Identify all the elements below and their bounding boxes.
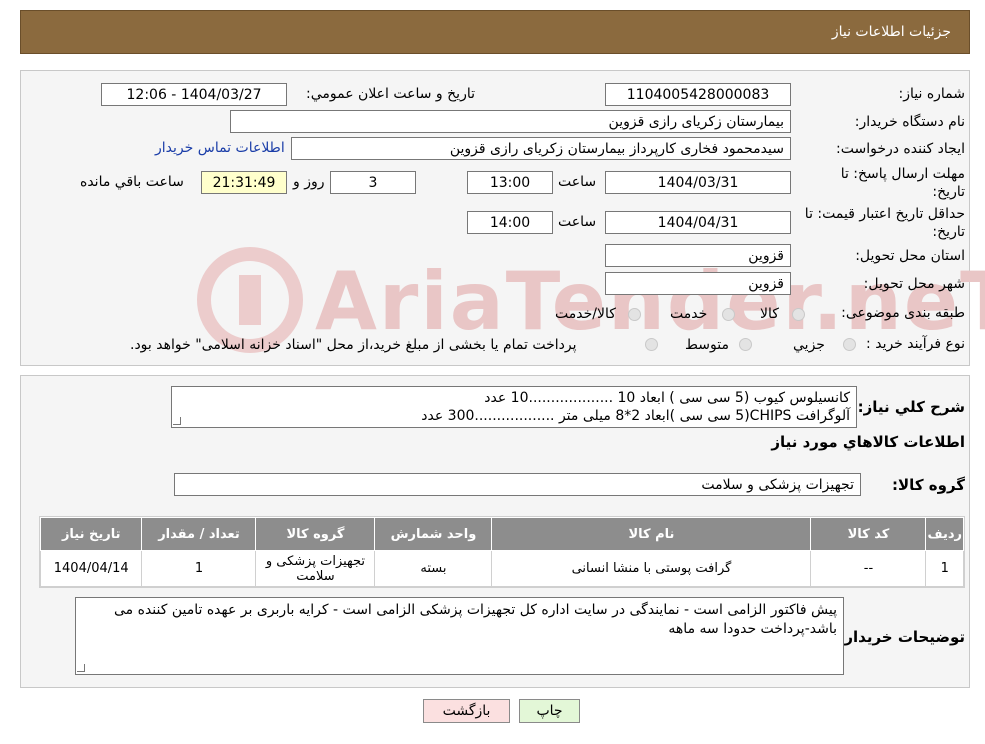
buyer-contact-link[interactable]: اطلاعات تماس خریدار (155, 140, 285, 156)
deadline-label: مهلت ارسال پاسخ: تا (840, 166, 965, 182)
notes-resize-handle[interactable] (77, 664, 85, 672)
category-label: طبقه بندی موضوعی: (841, 305, 965, 321)
goods-section-title: اطلاعات کالاهاي مورد نیاز (771, 433, 965, 451)
cell-quantity: 1 (141, 550, 257, 587)
deadline-time-field: 13:00 (467, 171, 553, 194)
days-label: روز و (293, 174, 325, 190)
validity-time-label: ساعت (558, 214, 597, 230)
remaining-label: ساعت باقي مانده (80, 174, 184, 190)
cell-code: -- (810, 550, 927, 587)
city-field: قزوین (605, 272, 791, 295)
process-note: پرداخت تمام یا بخشی از مبلغ خرید،از محل … (130, 337, 577, 353)
deadline-time-label: ساعت (558, 174, 597, 190)
process-label: نوع فرآیند خرید : (866, 336, 965, 352)
cell-row: 1 (925, 550, 964, 587)
validity-date-field: 1404/04/31 (605, 211, 791, 234)
summary-line-2: آلوگرافت CHIPS(5 سی سی )ابعاد 2*8 میلی م… (421, 408, 850, 424)
process-radio-minor[interactable] (843, 338, 856, 351)
buyer-notes-text: پیش فاکتور الزامی است - نمایندگی در سایت… (113, 602, 837, 637)
cell-unit: بسته (374, 550, 493, 587)
need-number-label: شماره نیاز: (898, 86, 966, 102)
col-quantity: تعداد / مقدار (141, 517, 257, 551)
goods-group-label: گروه کالا: (892, 476, 965, 494)
need-number-field: 1104005428000083 (605, 83, 791, 106)
cell-name: گرافت پوستی با منشا انسانی (491, 550, 812, 587)
watermark-text: AriaTender.neT (315, 255, 985, 348)
goods-table: ردیف کد کالا نام کالا واحد شمارش گروه کا… (39, 516, 965, 588)
buyer-notes-textarea[interactable]: پیش فاکتور الزامی است - نمایندگی در سایت… (75, 597, 844, 675)
col-name: نام کالا (491, 517, 812, 551)
validity-label: حداقل تاریخ اعتبار قیمت: تا (804, 206, 965, 222)
announce-label: تاریخ و ساعت اعلان عمومي: (306, 86, 475, 102)
process-option-minor: جزیي (793, 337, 825, 353)
buyer-org-field: بیمارستان زکریای رازی قزوین (230, 110, 791, 133)
table-row: 1 -- گرافت پوستی با منشا انسانی بسته تجه… (39, 550, 964, 587)
deadline-label-date: تاریخ: (932, 184, 965, 200)
page-title: جزئیات اطلاعات نیاز (831, 24, 951, 40)
category-option-goods: کالا (760, 306, 779, 322)
col-row: ردیف (925, 517, 964, 551)
creator-field: سیدمحمود فخاری کارپرداز بیمارستان زکریای… (291, 137, 791, 160)
category-radio-service[interactable] (722, 308, 735, 321)
creator-label: ایجاد کننده درخواست: (836, 141, 965, 157)
col-unit: واحد شمارش (374, 517, 493, 551)
col-group: گروه کالا (255, 517, 376, 551)
cell-need-date: 1404/04/14 (39, 550, 143, 587)
back-button[interactable]: بازگشت (423, 699, 510, 723)
buyer-org-label: نام دستگاه خریدار: (854, 114, 965, 130)
process-radio-medium[interactable] (739, 338, 752, 351)
summary-resize-handle[interactable] (173, 417, 181, 425)
process-option-medium: متوسط (685, 337, 729, 353)
print-button[interactable]: چاپ (519, 699, 580, 723)
days-field: 3 (330, 171, 416, 194)
summary-label: شرح کلي نیاز: (857, 398, 965, 416)
cell-group: تجهیزات پزشکی و سلامت (255, 550, 376, 587)
summary-textarea[interactable]: کانسیلوس کیوب (5 سی سی ) ابعاد 10 ......… (171, 386, 857, 428)
city-label: شهر محل تحویل: (863, 276, 965, 292)
province-label: استان محل تحویل: (855, 248, 965, 264)
validity-time-field: 14:00 (467, 211, 553, 234)
page-header: جزئیات اطلاعات نیاز (20, 10, 970, 54)
category-radio-goods-service[interactable] (628, 308, 641, 321)
col-code: کد کالا (810, 517, 927, 551)
goods-group-field: تجهیزات پزشکی و سلامت (174, 473, 861, 496)
buyer-notes-label: توضیحات خریدار: (838, 628, 965, 646)
category-option-goods-service: کالا/خدمت (555, 306, 616, 322)
deadline-date-field: 1404/03/31 (605, 171, 791, 194)
validity-label-date: تاریخ: (932, 224, 965, 240)
col-need-date: تاریخ نیاز (39, 517, 143, 551)
summary-line-1: کانسیلوس کیوب (5 سی سی ) ابعاد 10 ......… (484, 390, 850, 406)
process-treasury-checkbox[interactable] (645, 338, 658, 351)
category-radio-goods[interactable] (792, 308, 805, 321)
remaining-time-field: 21:31:49 (201, 171, 287, 194)
province-field: قزوین (605, 244, 791, 267)
category-option-service: خدمت (670, 306, 708, 322)
goods-table-header: ردیف کد کالا نام کالا واحد شمارش گروه کا… (39, 517, 964, 551)
announce-field: 1404/03/27 - 12:06 (101, 83, 287, 106)
